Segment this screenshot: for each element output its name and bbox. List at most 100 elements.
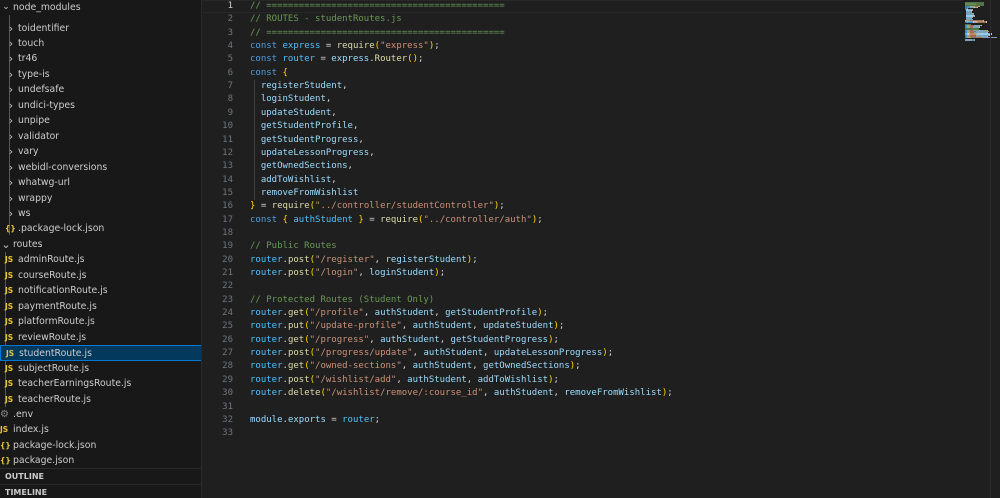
code-line[interactable]: const router = express.Router(); xyxy=(250,53,423,66)
code-token: getOwnedSections xyxy=(260,161,348,172)
code-line[interactable]: getStudentProgress, xyxy=(250,134,364,147)
line-number: 28 xyxy=(222,361,233,372)
code-line[interactable]: router.post("/login", loginStudent); xyxy=(250,267,445,280)
tree-item[interactable]: › vary xyxy=(0,144,201,160)
tree-item[interactable]: › undefsafe xyxy=(0,82,201,98)
code-line[interactable]: router.get("/owned-sections", authStuden… xyxy=(250,360,581,373)
line-number: 14 xyxy=(222,174,233,185)
tree-item[interactable]: › undici-types xyxy=(0,98,201,114)
code-line[interactable]: getStudentProfile, xyxy=(250,120,359,133)
code-line[interactable]: router.get("/profile", authStudent, getS… xyxy=(250,307,548,320)
line-number: 15 xyxy=(222,187,233,198)
root-file-label: .env xyxy=(13,409,34,420)
code-line[interactable]: } = require("../controller/studentContro… xyxy=(250,200,505,213)
editor-scrollbar[interactable] xyxy=(990,0,1000,498)
line-number: 27 xyxy=(222,348,233,359)
route-file[interactable]: JS adminRoute.js xyxy=(0,252,201,268)
code-line[interactable]: updateLessonProgress, xyxy=(250,147,375,160)
outline-panel-header[interactable]: OUTLINE xyxy=(0,468,201,483)
code-line[interactable]: loginStudent, xyxy=(250,93,331,106)
route-file[interactable]: JS platformRoute.js xyxy=(0,314,201,330)
code-token: , xyxy=(363,308,375,319)
tree-item[interactable]: › webidl-conversions xyxy=(0,160,201,176)
js-file-icon: JS xyxy=(5,394,14,404)
line-number: 21 xyxy=(222,268,233,278)
code-line[interactable]: router.put("/update-profile", authStuden… xyxy=(250,320,564,333)
code-token: , xyxy=(331,107,337,118)
route-file-label: subjectRoute.js xyxy=(18,362,90,374)
route-file[interactable]: JS teacherEarningsRoute.js xyxy=(0,376,201,392)
code-token: , xyxy=(401,361,413,372)
route-file[interactable]: JS studentRoute.js xyxy=(0,345,201,361)
tree-item[interactable]: › unpipe xyxy=(0,113,201,129)
tree-item[interactable]: › toidentifier xyxy=(0,21,201,37)
root-file[interactable]: {} package-lock.json xyxy=(0,438,201,454)
code-token: , xyxy=(439,334,451,345)
code-line[interactable]: router.post("/wishlist/add", authStudent… xyxy=(250,374,559,387)
code-line[interactable]: addToWishlist, xyxy=(250,174,337,187)
code-line[interactable]: router.post("/progress/update", authStud… xyxy=(250,347,613,360)
code-line[interactable]: router.post("/register", registerStudent… xyxy=(250,254,478,267)
code-line[interactable]: removeFromWishlist xyxy=(250,187,359,200)
code-token: ; xyxy=(439,268,446,278)
tree-item[interactable]: › wrappy xyxy=(0,191,201,207)
route-file[interactable]: JS paymentRoute.js xyxy=(0,299,201,315)
tree-item-label: undefsafe xyxy=(18,84,65,96)
code-token: = xyxy=(320,41,337,52)
route-file[interactable]: JS notificationRoute.js xyxy=(0,283,201,299)
tree-item[interactable]: › whatwg-url xyxy=(0,175,201,191)
chevron-right-icon: › xyxy=(8,98,14,112)
code-line[interactable]: // =====================================… xyxy=(250,27,505,40)
code-line[interactable]: router.delete("/wishlist/remove/:course_… xyxy=(250,387,673,400)
code-token: getStudentProgress xyxy=(450,334,549,345)
code-line[interactable]: const { authStudent } = require("../cont… xyxy=(250,214,543,227)
route-file[interactable]: JS reviewRoute.js xyxy=(0,330,201,346)
tree-item[interactable]: {} .package-lock.json xyxy=(0,221,201,237)
tree-item-label: undici-types xyxy=(18,99,75,111)
code-line[interactable]: // ROUTES - studentRoutes.js xyxy=(250,13,402,26)
code-token: , xyxy=(434,308,446,319)
line-number: 11 xyxy=(222,134,233,145)
tree-item-label: wrappy xyxy=(18,192,53,204)
tree-item[interactable]: › type-is xyxy=(0,67,201,83)
code-line[interactable]: getOwnedSections, xyxy=(250,160,353,173)
line-number: 7 xyxy=(227,81,233,92)
code-token: router xyxy=(250,388,283,399)
route-file-label: platformRoute.js xyxy=(18,316,95,328)
root-file[interactable]: {} package.json xyxy=(0,453,201,469)
tree-item-label: toidentifier xyxy=(18,22,70,34)
tree-item[interactable]: › tr46 xyxy=(0,51,201,67)
code-line[interactable]: const { xyxy=(250,67,288,80)
code-line[interactable]: updateStudent, xyxy=(250,107,337,120)
code-line[interactable]: const express = require("express"); xyxy=(250,40,440,53)
root-file[interactable]: JS index.js xyxy=(0,422,201,438)
code-line[interactable]: // Protected Routes (Student Only) xyxy=(250,294,434,307)
code-line[interactable]: // Public Routes xyxy=(250,240,337,253)
code-token: authStudent xyxy=(380,334,440,345)
folder-routes[interactable]: ⌄ routes xyxy=(0,237,201,253)
code-token: , xyxy=(483,388,494,399)
code-line[interactable]: // =====================================… xyxy=(250,0,505,13)
code-token: removeFromWishlist xyxy=(260,187,359,198)
timeline-panel-header[interactable]: TIMELINE xyxy=(0,484,201,498)
code-line[interactable]: module.exports = router; xyxy=(250,414,380,427)
folder-node-modules[interactable]: ⌄ node_modules xyxy=(0,0,201,16)
code-token: getStudentProgress xyxy=(260,134,359,145)
tree-item[interactable]: › ws xyxy=(0,206,201,222)
code-token: authStudent xyxy=(407,374,467,385)
code-line[interactable]: router.get("/progress", authStudent, get… xyxy=(250,334,559,347)
route-file[interactable]: JS courseRoute.js xyxy=(0,268,201,284)
code-token: router xyxy=(250,268,283,278)
code-token: "/login" xyxy=(315,268,359,278)
code-editor[interactable]: 1 2 3 4 5 6 7 8 9 10 11 12 13 14 15 16 17 18 19 20 21 22 23 24 2… xyxy=(203,0,1000,498)
code-line[interactable]: registerStudent, xyxy=(250,80,348,93)
tree-item[interactable]: › touch xyxy=(0,36,201,52)
route-file-label: teacherRoute.js xyxy=(18,393,91,405)
route-file[interactable]: JS teacherRoute.js xyxy=(0,392,201,408)
route-file[interactable]: JS subjectRoute.js xyxy=(0,361,201,377)
tree-item[interactable]: › validator xyxy=(0,129,201,145)
code-token: loginStudent xyxy=(369,268,435,278)
root-file[interactable]: ⚙ .env xyxy=(0,407,201,423)
route-file-label: teacherEarningsRoute.js xyxy=(18,378,132,390)
